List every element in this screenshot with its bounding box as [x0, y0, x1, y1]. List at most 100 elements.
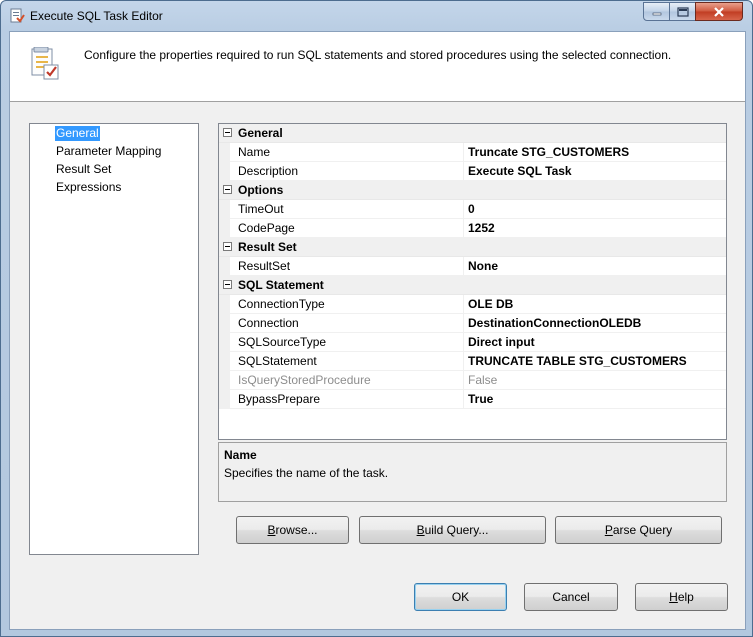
category-sql-statement[interactable]: SQL Statement [219, 276, 726, 295]
property-value[interactable]: TRUNCATE TABLE STG_CUSTOMERS [468, 354, 687, 368]
property-row-timeout[interactable]: TimeOut 0 [219, 200, 726, 219]
help-mnemonic: H [669, 590, 678, 604]
property-value[interactable]: Direct input [468, 335, 535, 349]
page-navigation-list: General Parameter Mapping Result Set Exp… [29, 123, 199, 555]
column-divider [463, 390, 464, 409]
category-options[interactable]: Options [219, 181, 726, 200]
close-icon [714, 6, 724, 17]
category-label: SQL Statement [238, 278, 324, 292]
collapse-icon[interactable] [223, 128, 232, 137]
property-row-connectiontype[interactable]: ConnectionType OLE DB [219, 295, 726, 314]
property-name: Connection [238, 316, 299, 330]
property-name: BypassPrepare [238, 392, 321, 406]
parse-query-button[interactable]: Parse Query [555, 516, 722, 544]
property-row-codepage[interactable]: CodePage 1252 [219, 219, 726, 238]
collapse-icon[interactable] [223, 185, 232, 194]
property-value[interactable]: DestinationConnectionOLEDB [468, 316, 641, 330]
cancel-button[interactable]: Cancel [524, 583, 618, 611]
row-gutter [219, 371, 230, 390]
build-query-mnemonic: B [416, 523, 425, 537]
property-name: ConnectionType [238, 297, 325, 311]
browse-mnemonic: B [267, 523, 276, 537]
column-divider [463, 162, 464, 181]
property-name: CodePage [238, 221, 295, 235]
property-name: Description [238, 164, 299, 178]
restore-icon [676, 6, 689, 17]
row-gutter [219, 143, 230, 162]
ok-button[interactable]: OK [414, 583, 507, 611]
dialog-window: Execute SQL Task Editor Configure the pr… [0, 0, 753, 637]
property-value[interactable]: None [468, 259, 498, 273]
property-row-isquerystoredprocedure: IsQueryStoredProcedure False [219, 371, 726, 390]
row-gutter [219, 333, 230, 352]
property-value[interactable]: 0 [468, 202, 475, 216]
row-gutter [219, 257, 230, 276]
property-row-resultset[interactable]: ResultSet None [219, 257, 726, 276]
description-text: Specifies the name of the task. [224, 466, 389, 480]
property-name: Name [238, 145, 271, 159]
property-value[interactable]: Execute SQL Task [468, 164, 572, 178]
close-button[interactable] [695, 2, 743, 21]
property-description-pane: Name Specifies the name of the task. [218, 442, 727, 502]
category-label: Result Set [238, 240, 297, 254]
property-name: IsQueryStoredProcedure [238, 373, 371, 387]
column-divider [463, 143, 464, 162]
column-divider [463, 257, 464, 276]
column-divider [463, 314, 464, 333]
property-row-sqlsourcetype[interactable]: SQLSourceType Direct input [219, 333, 726, 352]
property-row-connection[interactable]: Connection DestinationConnectionOLEDB [219, 314, 726, 333]
minimize-button[interactable] [643, 2, 670, 21]
dialog-client-area: Configure the properties required to run… [9, 31, 746, 630]
property-name: SQLSourceType [238, 335, 327, 349]
build-query-button[interactable]: Build Query... [359, 516, 546, 544]
property-name: ResultSet [238, 259, 291, 273]
row-gutter [219, 219, 230, 238]
property-value[interactable]: OLE DB [468, 297, 513, 311]
nav-item-expressions[interactable]: Expressions [55, 180, 122, 195]
title-bar[interactable]: Execute SQL Task Editor [1, 1, 752, 31]
browse-button[interactable]: Browse... [236, 516, 349, 544]
column-divider [463, 295, 464, 314]
minimize-icon [652, 12, 661, 15]
property-row-sqlstatement[interactable]: SQLStatement TRUNCATE TABLE STG_CUSTOMER… [219, 352, 726, 371]
property-value[interactable]: Truncate STG_CUSTOMERS [468, 145, 629, 159]
category-result-set[interactable]: Result Set [219, 238, 726, 257]
property-name: TimeOut [238, 202, 284, 216]
sql-task-icon [10, 8, 25, 23]
description-title: Name [224, 448, 257, 462]
property-row-description[interactable]: Description Execute SQL Task [219, 162, 726, 181]
collapse-icon[interactable] [223, 242, 232, 251]
window-title: Execute SQL Task Editor [30, 9, 163, 23]
row-gutter [219, 352, 230, 371]
property-name: SQLStatement [238, 354, 317, 368]
category-general[interactable]: General [219, 124, 726, 143]
dialog-header: Configure the properties required to run… [10, 32, 745, 102]
build-query-label-post: uild Query... [424, 523, 489, 537]
property-row-name[interactable]: Name Truncate STG_CUSTOMERS [219, 143, 726, 162]
browse-label-post: rowse... [275, 523, 318, 537]
help-label-post: elp [677, 590, 694, 604]
row-gutter [219, 295, 230, 314]
maximize-button[interactable] [669, 2, 696, 21]
column-divider [463, 333, 464, 352]
column-divider [463, 371, 464, 390]
property-grid: General Name Truncate STG_CUSTOMERS Desc… [218, 123, 727, 440]
parse-query-label-post: arse Query [612, 523, 673, 537]
column-divider [463, 200, 464, 219]
nav-item-general[interactable]: General [55, 126, 100, 141]
row-gutter [219, 390, 230, 409]
parse-query-mnemonic: P [604, 523, 613, 537]
nav-item-parameter-mapping[interactable]: Parameter Mapping [55, 144, 162, 159]
nav-item-result-set[interactable]: Result Set [55, 162, 112, 177]
property-value: False [468, 373, 498, 387]
row-gutter [219, 200, 230, 219]
column-divider [463, 219, 464, 238]
property-value[interactable]: 1252 [468, 221, 495, 235]
row-gutter [219, 162, 230, 181]
column-divider [463, 352, 464, 371]
sql-task-icon [31, 47, 59, 80]
help-button[interactable]: Help [635, 583, 728, 611]
property-row-bypassprepare[interactable]: BypassPrepare True [219, 390, 726, 409]
property-value[interactable]: True [468, 392, 493, 406]
collapse-icon[interactable] [223, 280, 232, 289]
